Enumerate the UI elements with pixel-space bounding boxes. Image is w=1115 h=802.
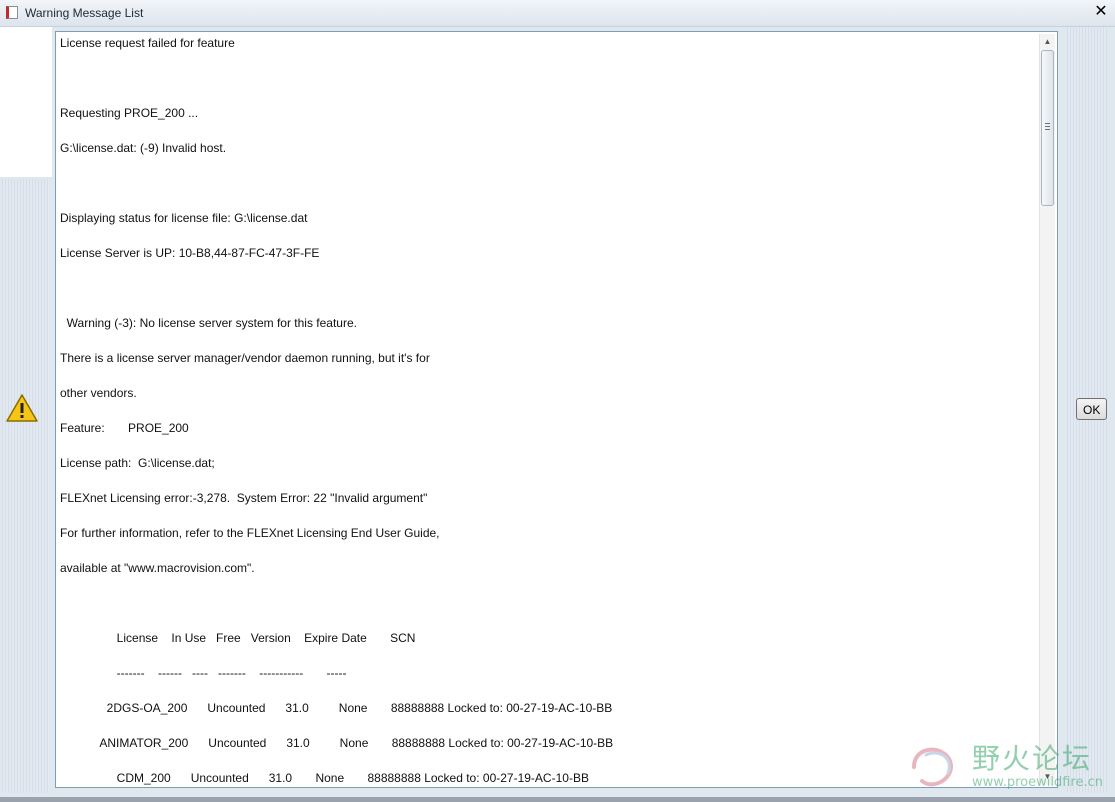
watermark-url: www.proewildfire.cn — [972, 775, 1103, 790]
message-line: 2DGS-OA_200 Uncounted 31.0 None 88888888… — [60, 701, 613, 715]
forum-watermark: 野火论坛 www.proewildfire.cn — [904, 737, 1104, 797]
message-line: CDM_200 Uncounted 31.0 None 88888888 Loc… — [60, 771, 589, 785]
warning-triangle-icon — [6, 394, 38, 422]
left-icon-panel — [0, 27, 54, 797]
message-text-area[interactable]: License request failed for feature Reques… — [55, 31, 1058, 788]
app-window-icon — [6, 6, 18, 19]
message-line — [60, 277, 1035, 312]
scroll-up-arrow-icon[interactable]: ▲ — [1040, 35, 1055, 49]
scrollbar-thumb[interactable] — [1041, 50, 1054, 206]
vertical-scrollbar[interactable]: ▲ ▼ — [1039, 34, 1055, 785]
message-line: ------- ------ ---- ------- ----------- … — [60, 666, 347, 680]
message-line: Requesting PROE_200 ... — [60, 106, 199, 120]
close-button[interactable]: ✕ — [1093, 4, 1109, 20]
watermark-logo-icon — [912, 747, 953, 787]
message-line — [60, 67, 1035, 102]
message-line: Displaying status for license file: G:\l… — [60, 211, 308, 225]
ok-button[interactable]: OK — [1076, 398, 1107, 420]
close-icon: ✕ — [1094, 3, 1108, 20]
message-lines: License request failed for feature Reques… — [60, 32, 1035, 787]
message-line — [60, 172, 1035, 207]
scrollbar-grip — [1045, 123, 1050, 131]
message-line: G:\license.dat: (-9) Invalid host. — [60, 141, 227, 155]
message-line: Feature: PROE_200 — [60, 421, 189, 435]
message-line: License In Use Free Version Expire Date … — [60, 631, 416, 645]
message-line — [60, 592, 1035, 627]
message-line: other vendors. — [60, 386, 137, 400]
message-line: For further information, refer to the FL… — [60, 526, 440, 540]
window-bottom-edge — [0, 797, 1115, 802]
watermark-text: 野火论坛 — [972, 742, 1093, 775]
message-line: License Server is UP: 10-B8,44-87-FC-47-… — [60, 246, 320, 260]
message-line: FLEXnet Licensing error:-3,278. System E… — [60, 491, 428, 505]
message-line: Warning (-3): No license server system f… — [60, 316, 357, 330]
message-line: There is a license server manager/vendor… — [60, 351, 430, 365]
title-bar: Warning Message List ✕ — [0, 0, 1115, 27]
message-line: available at "www.macrovision.com". — [60, 561, 255, 575]
left-panel-blank — [0, 27, 52, 177]
left-panel-stripe — [2, 179, 50, 793]
window-title: Warning Message List — [25, 6, 144, 20]
message-line: License request failed for feature — [60, 36, 235, 50]
message-line: License path: G:\license.dat; — [60, 456, 215, 470]
message-line: ANIMATOR_200 Uncounted 31.0 None 8888888… — [60, 736, 614, 750]
